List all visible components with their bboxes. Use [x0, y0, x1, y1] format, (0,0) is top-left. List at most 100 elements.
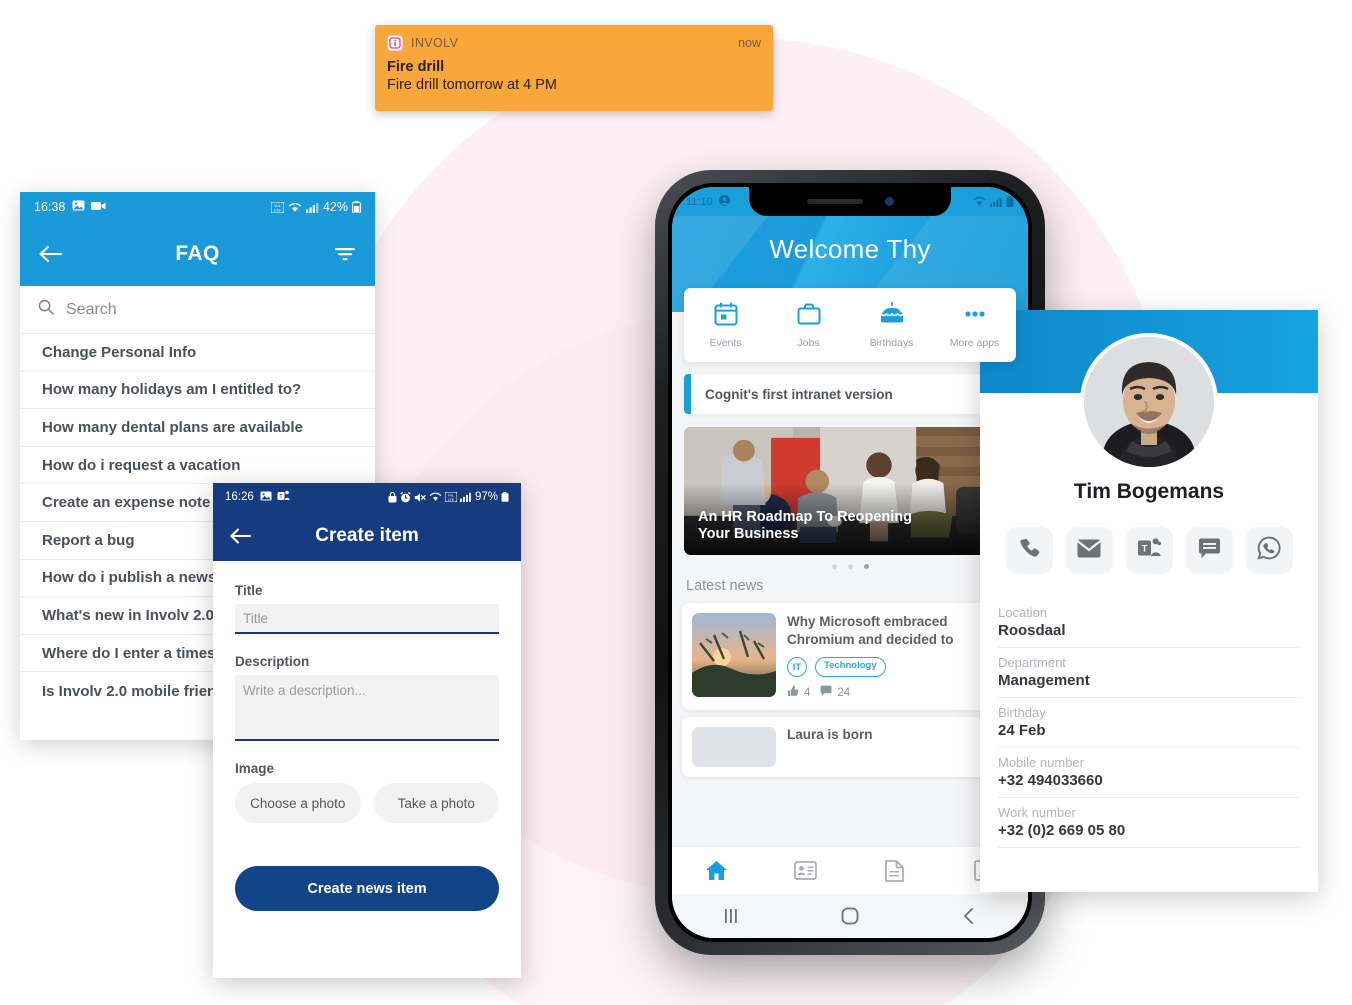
battery-icon	[352, 201, 361, 213]
app-shortcut-more[interactable]: More apps	[933, 301, 1016, 349]
app-shortcut-label: Birthdays	[869, 337, 914, 349]
image-icon	[72, 200, 85, 214]
carousel-dot-active[interactable]	[863, 564, 869, 569]
news-list-item[interactable]: Laura is born	[682, 717, 1018, 777]
news-headline-line1: Why Microsoft embraced	[787, 614, 948, 629]
contact-fields: Location Roosdaal Department Management …	[998, 598, 1300, 848]
page-title: Create item	[315, 525, 419, 546]
choose-photo-button[interactable]: Choose a photo	[235, 783, 361, 823]
contact-field: Mobile number +32 494033660	[998, 748, 1300, 798]
create-battery-level: 97%	[474, 491, 498, 503]
phone-bezel: 11:10 Welcome Thy Events Jobs Birthdays …	[668, 183, 1032, 942]
phone-icon	[1018, 537, 1041, 565]
announcement-banner[interactable]: Cognit's first intranet version	[684, 374, 1016, 414]
field-label: Work number	[998, 805, 1076, 820]
chat-button[interactable]	[1185, 527, 1233, 574]
app-shortcut-label: Jobs	[797, 337, 820, 349]
bottom-tab-bar	[672, 846, 1028, 894]
screenshot-canvas: INVOLV now Fire drill Fire drill tomorro…	[0, 0, 1352, 1005]
app-shortcut-birthdays[interactable]: Birthdays	[850, 301, 933, 349]
list-item[interactable]: How do i request a vacation	[20, 447, 375, 485]
search-placeholder: Search	[66, 300, 117, 318]
app-shortcut-label: Events	[709, 337, 742, 349]
featured-article-card[interactable]: An HR Roadmap To Reopening Your Business	[684, 427, 1016, 555]
tab-documents[interactable]	[850, 859, 939, 882]
app-shortcut-label: More apps	[949, 337, 1000, 349]
news-tags: IT Technology	[787, 657, 1008, 677]
create-status-indicators: VoL LTE 97%	[388, 491, 509, 503]
arrow-left-icon[interactable]	[229, 527, 253, 545]
title-input[interactable]: Title	[235, 604, 499, 634]
carousel-dots[interactable]	[672, 564, 1028, 569]
phone-screen: 11:10 Welcome Thy Events Jobs Birthdays …	[672, 187, 1028, 938]
featured-caption-line1: An HR Roadmap To Reopening	[698, 508, 913, 525]
recent-apps-icon[interactable]	[672, 908, 791, 924]
announcement-accent-bar	[684, 374, 691, 414]
notification-title: Fire drill	[387, 59, 445, 75]
image-label: Image	[235, 761, 275, 776]
news-thumbnail	[692, 613, 776, 697]
news-tag-it[interactable]: IT	[787, 657, 807, 677]
latest-news-label: Latest news	[686, 578, 764, 594]
latest-news-header: Latest news More	[686, 578, 1014, 594]
tab-directory[interactable]	[761, 861, 850, 880]
news-tag-technology[interactable]: Technology	[815, 657, 886, 677]
contact-actions: T	[980, 527, 1318, 574]
list-item[interactable]: How many dental plans are available	[20, 409, 375, 447]
page-title: FAQ	[175, 242, 220, 265]
thumbs-up-icon	[787, 685, 799, 700]
home-circle-icon[interactable]	[791, 907, 910, 925]
take-photo-button[interactable]: Take a photo	[373, 783, 499, 823]
news-thumbnail	[692, 727, 776, 767]
create-item-screen: 16:26 T VoL LTE 97% Create item Title Ti…	[213, 483, 521, 978]
faq-app-bar: FAQ	[20, 222, 375, 286]
app-shortcut-jobs[interactable]: Jobs	[767, 301, 850, 349]
title-label: Title	[235, 583, 263, 598]
push-notification-toast[interactable]: INVOLV now Fire drill Fire drill tomorro…	[375, 25, 773, 111]
notification-timestamp: now	[738, 36, 761, 50]
tab-home[interactable]	[672, 860, 761, 881]
create-news-item-button[interactable]: Create news item	[235, 866, 499, 911]
faq-status-bar: 16:38 VoL LTE 42%	[20, 192, 375, 222]
app-shortcut-events[interactable]: Events	[684, 301, 767, 349]
android-navigation-bar	[672, 894, 1028, 938]
arrow-left-icon[interactable]	[38, 244, 64, 264]
phone-status-indicators	[973, 196, 1014, 207]
field-value[interactable]: +32 (0)2 669 05 80	[998, 822, 1300, 839]
avatar-photo	[1084, 337, 1214, 467]
description-input[interactable]: Write a description...	[235, 675, 499, 741]
like-count: 4	[804, 686, 811, 699]
field-value[interactable]: +32 494033660	[998, 772, 1300, 789]
faq-status-time: 16:38	[34, 200, 66, 214]
title-placeholder: Title	[243, 610, 269, 626]
news-meta: 4 24 02	[787, 685, 1008, 700]
news-list-item[interactable]: Why Microsoft embraced Chromium and deci…	[682, 603, 1018, 710]
teams-button[interactable]: T	[1125, 527, 1173, 574]
front-camera-icon	[884, 197, 894, 206]
phone-status-time: 11:10	[686, 195, 713, 208]
field-label: Birthday	[998, 705, 1046, 720]
carousel-dot[interactable]	[847, 564, 853, 569]
create-status-bar: 16:26 T VoL LTE 97%	[213, 483, 521, 511]
envelope-icon	[1076, 539, 1102, 563]
filter-icon[interactable]	[333, 245, 357, 263]
search-input[interactable]: Search	[20, 286, 375, 334]
carousel-dot[interactable]	[831, 564, 837, 569]
whatsapp-button[interactable]	[1245, 527, 1293, 574]
faq-status-indicators: VoL LTE 42%	[270, 200, 361, 214]
call-button[interactable]	[1005, 527, 1053, 574]
calendar-icon	[713, 301, 739, 332]
home-icon	[706, 861, 727, 880]
list-item[interactable]: How many holidays am I entitled to?	[20, 372, 375, 410]
email-button[interactable]	[1065, 527, 1113, 574]
svg-text:T: T	[279, 494, 283, 500]
quick-apps-row: Events Jobs Birthdays More apps	[684, 288, 1016, 362]
back-chevron-icon[interactable]	[909, 907, 1028, 925]
signal-bars-icon	[305, 202, 319, 213]
lock-icon	[388, 491, 397, 502]
volte-icon: VoLLTE	[444, 492, 457, 502]
teams-icon: T	[277, 490, 290, 504]
form-spacer	[235, 634, 499, 654]
cake-icon	[878, 301, 906, 332]
list-item[interactable]: Change Personal Info	[20, 334, 375, 372]
